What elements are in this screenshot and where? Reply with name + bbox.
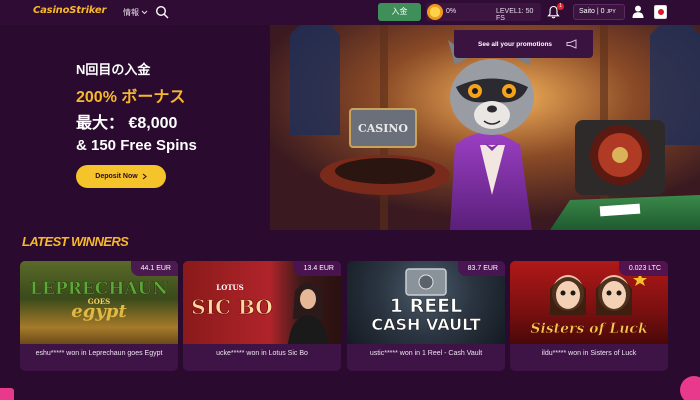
level-percent: 0% bbox=[446, 8, 457, 15]
winner-card[interactable]: Sisters of Luck 0.023 LTC ildu***** won … bbox=[510, 261, 668, 371]
level-sun-icon bbox=[427, 4, 443, 20]
game-art-title: Sisters of Luck bbox=[530, 321, 648, 338]
win-amount: 13.4 EUR bbox=[293, 261, 341, 276]
info-menu-label: 情報 bbox=[123, 8, 139, 17]
vault-image bbox=[405, 268, 447, 296]
winners-list: LEPRECHAUN GOES egypt 44.1 EUR eshu*****… bbox=[20, 261, 680, 371]
game-art-line2: CASH VAULT bbox=[371, 315, 481, 335]
chevron-right-icon bbox=[142, 173, 147, 180]
megaphone-icon bbox=[566, 39, 577, 49]
balance-currency: JPY bbox=[606, 9, 616, 15]
notification-badge: 1 bbox=[557, 3, 564, 10]
win-amount: 44.1 EUR bbox=[130, 261, 178, 276]
balance-value: Saito | 0 bbox=[579, 8, 607, 15]
top-header: CasinoStriker 情報 入金 0% LEVEL1: 50 FS 1 S… bbox=[0, 0, 700, 25]
game-art-line2: egypt bbox=[71, 301, 127, 322]
chevron-down-icon bbox=[141, 10, 148, 15]
balance-display[interactable]: Saito | 0 JPY bbox=[573, 4, 625, 20]
level-progress[interactable]: 0% LEVEL1: 50 FS bbox=[426, 3, 541, 22]
promotions-dropdown[interactable]: See all your promotions bbox=[454, 30, 593, 58]
search-icon[interactable] bbox=[155, 5, 169, 19]
hero-free-spins: & 150 Free Spins bbox=[76, 137, 197, 154]
game-art-title: LEPRECHAUN bbox=[30, 279, 169, 300]
deposit-now-button[interactable]: Deposit Now bbox=[76, 165, 166, 188]
dealer-image bbox=[288, 283, 328, 344]
game-art-title: 1 REEL bbox=[389, 295, 463, 318]
japan-flag-icon[interactable] bbox=[654, 5, 667, 19]
hero-fade bbox=[0, 25, 430, 230]
latest-winners-heading: LATEST WINNERS bbox=[22, 234, 129, 249]
winner-caption: ucke***** won in Lotus Sic Bo bbox=[216, 350, 308, 357]
hero-bonus-percent: 200% ボーナス bbox=[76, 89, 186, 106]
casino-logo[interactable]: CasinoStriker bbox=[33, 5, 106, 16]
deposit-button[interactable]: 入金 bbox=[378, 3, 421, 21]
winner-card[interactable]: LOTUS SIC BO 13.4 EUR ucke***** won in L… bbox=[183, 261, 341, 371]
info-menu[interactable]: 情報 bbox=[123, 7, 148, 18]
winner-card[interactable]: LEPRECHAUN GOES egypt 44.1 EUR eshu*****… bbox=[20, 261, 178, 371]
winner-caption: eshu***** won in Leprechaun goes Egypt bbox=[35, 350, 163, 357]
side-tab[interactable] bbox=[0, 388, 14, 400]
winner-card[interactable]: 1 REEL CASH VAULT 83.7 EUR ustic***** wo… bbox=[347, 261, 505, 371]
win-amount: 83.7 EUR bbox=[457, 261, 505, 276]
promotions-link[interactable]: See all your promotions bbox=[478, 41, 552, 48]
hero-banner: CASINO N回目の入金 200% ボーナス 最大： €8,000 & 150… bbox=[0, 25, 700, 230]
winner-caption: ildu***** won in Sisters of Luck bbox=[541, 350, 637, 357]
deposit-now-label: Deposit Now bbox=[95, 173, 138, 180]
winner-caption: ustic***** won in 1 Reel - Cash Vault bbox=[369, 350, 483, 357]
user-icon[interactable] bbox=[632, 5, 644, 18]
level-label: LEVEL1: 50 FS bbox=[496, 8, 534, 22]
hero-deposit-number: N回目の入金 bbox=[76, 62, 151, 77]
win-amount: 0.023 LTC bbox=[618, 261, 668, 276]
chat-support-button[interactable] bbox=[680, 376, 700, 400]
hero-max-bonus: 最大： €8,000 bbox=[76, 115, 178, 132]
